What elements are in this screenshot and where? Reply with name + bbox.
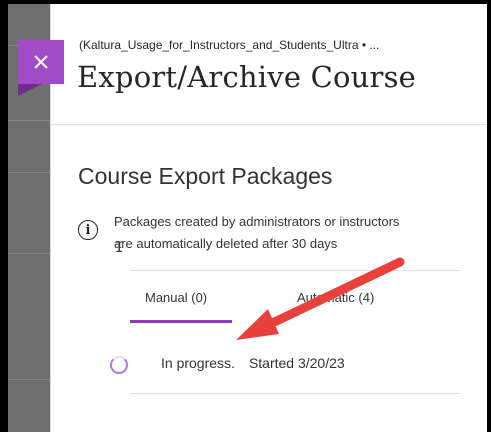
active-tab-indicator — [130, 320, 232, 323]
close-icon — [34, 55, 48, 69]
status-label: In progress. — [161, 355, 235, 371]
tab-automatic[interactable]: Automatic (4) — [297, 290, 374, 305]
section-title: Course Export Packages — [78, 163, 333, 189]
info-line-2: are automatically deleted after 30 days — [114, 236, 338, 251]
tabs-divider — [130, 270, 460, 271]
info-icon: i — [78, 220, 98, 240]
window-frame-left — [0, 0, 8, 432]
loading-spinner-icon — [110, 356, 128, 374]
text-cursor-icon: I — [115, 240, 124, 256]
package-status: In progress. Started 3/20/23 — [161, 355, 345, 371]
breadcrumb: (Kaltura_Usage_for_Instructors_and_Stude… — [79, 38, 380, 52]
header-divider — [51, 124, 487, 125]
close-panel-button[interactable] — [18, 40, 64, 84]
info-message: Packages created by administrators or in… — [114, 211, 466, 255]
tab-manual[interactable]: Manual (0) — [145, 290, 207, 305]
close-tab-fold — [18, 84, 42, 96]
started-date: Started 3/20/23 — [248, 355, 345, 371]
row-divider — [130, 393, 460, 394]
page-title: Export/Archive Course — [77, 60, 417, 94]
info-line-1: Packages created by administrators or in… — [114, 214, 400, 229]
window-frame-right — [487, 0, 491, 432]
